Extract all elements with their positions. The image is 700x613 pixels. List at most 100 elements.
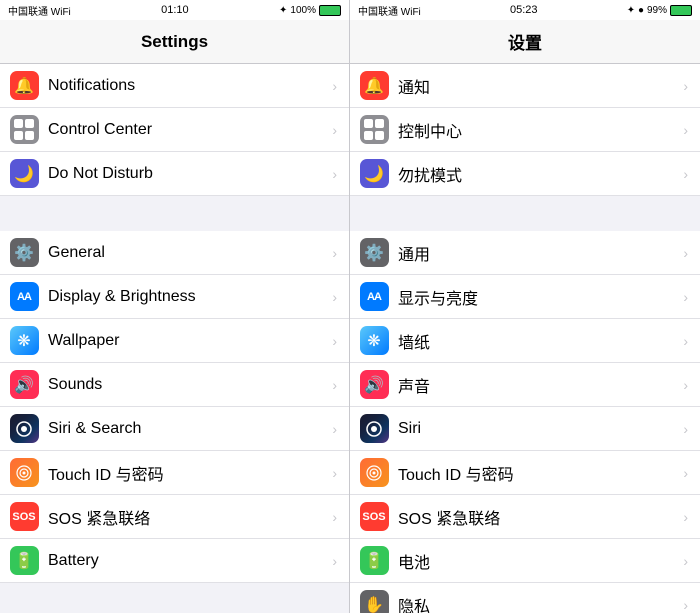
left-icon-sos-wrap: SOS	[0, 502, 48, 531]
right-icon-siri-wrap	[350, 414, 398, 443]
sounds-label: Sounds	[48, 376, 328, 394]
left-row-battery[interactable]: 🔋 Battery ›	[0, 539, 349, 583]
left-icon-control-wrap	[0, 115, 48, 144]
right-status-time: 05:23	[510, 4, 538, 16]
left-icon-general-wrap: ⚙️	[0, 238, 48, 267]
left-settings-list[interactable]: 🔔 Notifications › Control Center ›	[0, 64, 349, 613]
right-row-tongyong[interactable]: ⚙️ 通用 ›	[350, 231, 700, 275]
control-center-label: Control Center	[48, 121, 328, 139]
display-icon: AA	[10, 282, 39, 311]
left-row-control-center[interactable]: Control Center ›	[0, 108, 349, 152]
right-touchid-chevron: ›	[683, 465, 688, 481]
left-row-display[interactable]: AA Display & Brightness ›	[0, 275, 349, 319]
shengyin-icon: 🔊	[360, 370, 389, 399]
left-group-2: ⚙️ General › AA Display & Brightness › ❋…	[0, 231, 349, 583]
shengyin-chevron: ›	[683, 377, 688, 393]
left-icon-sounds-wrap: 🔊	[0, 370, 48, 399]
siri-chevron: ›	[332, 421, 337, 437]
wallpaper-chevron: ›	[332, 333, 337, 349]
right-group-1: 🔔 通知 › 控制中心 › 🌙	[350, 64, 700, 196]
left-status-bar: 中国联通 WiFi 01:10 ✦ 100%	[0, 0, 349, 20]
right-separator-1	[350, 196, 700, 231]
battery-chevron: ›	[332, 553, 337, 569]
left-row-general[interactable]: ⚙️ General ›	[0, 231, 349, 275]
yinsi-chevron: ›	[683, 597, 688, 613]
right-status-carrier: 中国联通 WiFi	[358, 3, 421, 18]
left-icon-display-wrap: AA	[0, 282, 48, 311]
left-status-carrier: 中国联通 WiFi	[8, 3, 71, 18]
right-icon-xianshi-wrap: AA	[350, 282, 398, 311]
tongzhi-icon: 🔔	[360, 71, 389, 100]
do-not-disturb-label: Do Not Disturb	[48, 165, 328, 183]
touchid-chevron: ›	[332, 465, 337, 481]
xianshi-chevron: ›	[683, 289, 688, 305]
display-chevron: ›	[332, 289, 337, 305]
left-row-siri[interactable]: Siri & Search ›	[0, 407, 349, 451]
right-row-touchid[interactable]: Touch ID 与密码 ›	[350, 451, 700, 495]
right-touchid-icon	[360, 458, 389, 487]
sounds-icon: 🔊	[10, 370, 39, 399]
general-chevron: ›	[332, 245, 337, 261]
right-row-xianshi[interactable]: AA 显示与亮度 ›	[350, 275, 700, 319]
right-sos-chevron: ›	[683, 509, 688, 525]
qiangzhi-label: 墙纸	[398, 329, 679, 353]
tongyong-chevron: ›	[683, 245, 688, 261]
right-icon-wurao-wrap: 🌙	[350, 159, 398, 188]
left-row-sounds[interactable]: 🔊 Sounds ›	[0, 363, 349, 407]
sos-icon: SOS	[10, 502, 39, 531]
left-row-notifications[interactable]: 🔔 Notifications ›	[0, 64, 349, 108]
right-row-tongzhi[interactable]: 🔔 通知 ›	[350, 64, 700, 108]
battery-icon	[319, 5, 341, 16]
do-not-disturb-icon: 🌙	[10, 159, 39, 188]
left-group-1: 🔔 Notifications › Control Center ›	[0, 64, 349, 196]
left-separator-1	[0, 196, 349, 231]
display-label: Display & Brightness	[48, 288, 328, 306]
right-battery-icon	[670, 5, 692, 16]
right-row-kongzhi[interactable]: 控制中心 ›	[350, 108, 700, 152]
right-icon-shengyin-wrap: 🔊	[350, 370, 398, 399]
right-row-siri[interactable]: Siri ›	[350, 407, 700, 451]
bluetooth-icon: ✦	[279, 5, 287, 16]
xianshi-icon: AA	[360, 282, 389, 311]
wurao-chevron: ›	[683, 166, 688, 182]
right-siri-icon	[360, 414, 389, 443]
left-row-do-not-disturb[interactable]: 🌙 Do Not Disturb ›	[0, 152, 349, 196]
right-row-shengyin[interactable]: 🔊 声音 ›	[350, 363, 700, 407]
tongyong-icon: ⚙️	[360, 238, 389, 267]
dnd-chevron: ›	[332, 166, 337, 182]
wallpaper-icon: ❋	[10, 326, 39, 355]
battery-label: Battery	[48, 552, 328, 570]
left-row-sos[interactable]: SOS SOS 紧急联络 ›	[0, 495, 349, 539]
left-row-touchid[interactable]: Touch ID 与密码 ›	[0, 451, 349, 495]
right-row-wurao[interactable]: 🌙 勿扰模式 ›	[350, 152, 700, 196]
left-page-title: Settings	[141, 32, 208, 52]
touchid-label: Touch ID 与密码	[48, 461, 328, 485]
control-center-chevron: ›	[332, 122, 337, 138]
right-icon-yinsi-wrap: ✋	[350, 590, 398, 613]
left-icon-siri-wrap	[0, 414, 48, 443]
right-row-sos[interactable]: SOS SOS 紧急联络 ›	[350, 495, 700, 539]
tongzhi-label: 通知	[398, 74, 679, 98]
right-row-dianchi[interactable]: 🔋 电池 ›	[350, 539, 700, 583]
right-settings-list[interactable]: 🔔 通知 › 控制中心 › 🌙	[350, 64, 700, 613]
left-status-battery: ✦ 100%	[279, 5, 341, 16]
left-row-wallpaper[interactable]: ❋ Wallpaper ›	[0, 319, 349, 363]
right-bluetooth-icon: ✦ ●	[627, 5, 644, 16]
touchid-icon	[10, 458, 39, 487]
right-siri-chevron: ›	[683, 421, 688, 437]
siri-icon	[10, 414, 39, 443]
right-status-bar: 中国联通 WiFi 05:23 ✦ ● 99%	[350, 0, 700, 20]
kongzhi-chevron: ›	[683, 122, 688, 138]
right-row-qiangzhi[interactable]: ❋ 墙纸 ›	[350, 319, 700, 363]
dianchi-chevron: ›	[683, 553, 688, 569]
shengyin-label: 声音	[398, 373, 679, 397]
general-icon: ⚙️	[10, 238, 39, 267]
right-row-yinsi[interactable]: ✋ 隐私 ›	[350, 583, 700, 613]
control-center-icon	[10, 115, 39, 144]
right-icon-dianchi-wrap: 🔋	[350, 546, 398, 575]
left-page-title-bar: Settings	[0, 20, 349, 64]
left-icon-notifications-wrap: 🔔	[0, 71, 48, 100]
right-group-2: ⚙️ 通用 › AA 显示与亮度 › ❋ 墙纸 ›	[350, 231, 700, 613]
yinsi-icon: ✋	[360, 590, 389, 613]
right-status-battery: ✦ ● 99%	[627, 5, 692, 16]
